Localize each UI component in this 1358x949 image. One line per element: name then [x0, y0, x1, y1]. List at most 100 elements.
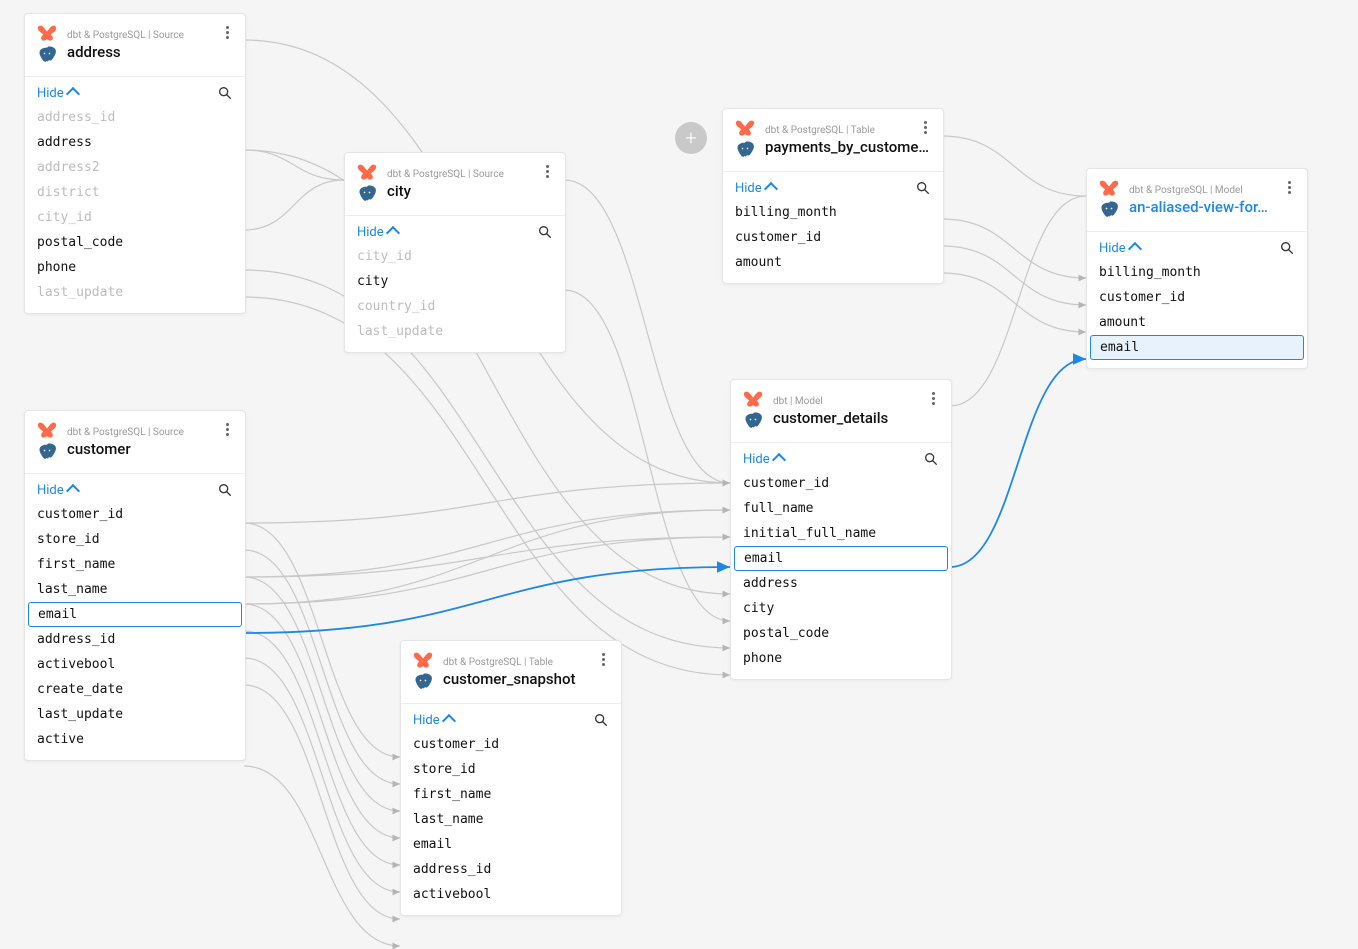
more-menu-icon[interactable]: [915, 117, 935, 137]
field-phone[interactable]: phone: [731, 646, 951, 671]
field-last_update[interactable]: last_update: [25, 280, 245, 305]
hide-button[interactable]: Hide: [37, 483, 78, 498]
more-menu-icon[interactable]: [1279, 177, 1299, 197]
node-aliased[interactable]: dbt & PostgreSQL | Modelan-aliased-view-…: [1086, 168, 1308, 369]
field-country_id[interactable]: country_id: [345, 294, 565, 319]
field-city_id[interactable]: city_id: [345, 244, 565, 269]
field-first_name[interactable]: first_name: [25, 552, 245, 577]
hide-button[interactable]: Hide: [743, 452, 784, 467]
field-last_name[interactable]: last_name: [401, 807, 621, 832]
icon-stack: [37, 421, 57, 463]
search-icon[interactable]: [217, 85, 233, 101]
node-customer[interactable]: dbt & PostgreSQL | SourcecustomerHidecus…: [24, 410, 246, 761]
icon-stack: [357, 163, 377, 205]
node-meta: dbt | Model: [773, 396, 939, 407]
chevron-up-icon: [442, 714, 456, 728]
node-address[interactable]: dbt & PostgreSQL | SourceaddressHideaddr…: [24, 13, 246, 314]
field-address_id[interactable]: address_id: [25, 105, 245, 130]
field-phone[interactable]: phone: [25, 255, 245, 280]
field-address_id[interactable]: address_id: [25, 627, 245, 652]
field-customer_id[interactable]: customer_id: [1087, 285, 1307, 310]
more-menu-icon[interactable]: [537, 161, 557, 181]
field-email[interactable]: email: [28, 602, 242, 627]
node-customer_details[interactable]: dbt | Model customer_details Hide customer_…: [730, 379, 952, 680]
search-icon[interactable]: [923, 451, 939, 467]
edge: [244, 180, 344, 230]
field-email[interactable]: email: [1090, 335, 1304, 360]
hide-button[interactable]: Hide: [735, 181, 776, 196]
more-menu-icon[interactable]: [923, 388, 943, 408]
node-meta: dbt & PostgreSQL | Table: [765, 125, 931, 136]
node-title[interactable]: an-aliased-view-for…: [1129, 198, 1295, 216]
search-icon[interactable]: [1279, 240, 1295, 256]
field-email[interactable]: email: [401, 832, 621, 857]
field-active[interactable]: active: [25, 727, 245, 752]
hide-button[interactable]: Hide: [357, 225, 398, 240]
hide-label: Hide: [357, 225, 384, 240]
search-icon[interactable]: [593, 712, 609, 728]
edge: [244, 550, 400, 784]
field-store_id[interactable]: store_id: [25, 527, 245, 552]
field-billing_month[interactable]: billing_month: [1087, 260, 1307, 285]
field-district[interactable]: district: [25, 180, 245, 205]
more-menu-icon[interactable]: [217, 419, 237, 439]
hide-button[interactable]: Hide: [1099, 241, 1140, 256]
field-create_date[interactable]: create_date: [25, 677, 245, 702]
field-list: customer_idfull_nameinitial_full_nameema…: [731, 471, 951, 679]
field-list: address_idaddressaddress2districtcity_id…: [25, 105, 245, 313]
edge: [244, 631, 400, 865]
hide-button[interactable]: Hide: [37, 86, 78, 101]
edge: [950, 196, 1086, 406]
field-address_id[interactable]: address_id: [401, 857, 621, 882]
field-city_id[interactable]: city_id: [25, 205, 245, 230]
more-menu-icon[interactable]: [217, 22, 237, 42]
hide-button[interactable]: Hide: [413, 713, 454, 728]
field-address[interactable]: address: [731, 571, 951, 596]
edge: [942, 219, 1086, 278]
field-billing_month[interactable]: billing_month: [723, 200, 943, 225]
field-address2[interactable]: address2: [25, 155, 245, 180]
field-initial_full_name[interactable]: initial_full_name: [731, 521, 951, 546]
node-title: customer_details: [773, 409, 939, 427]
node-title: payments_by_custome…: [765, 138, 931, 156]
icon-stack: [413, 651, 433, 693]
edge: [564, 180, 730, 483]
node-header: dbt | Model customer_details: [731, 380, 951, 443]
field-city[interactable]: city: [345, 269, 565, 294]
add-node-button[interactable]: +: [675, 122, 707, 154]
node-city[interactable]: dbt & PostgreSQL | Source city Hide city_id…: [344, 152, 566, 353]
node-customer_snapshot[interactable]: dbt & PostgreSQL | Tablecustomer_snapsho…: [400, 640, 622, 916]
field-full_name[interactable]: full_name: [731, 496, 951, 521]
field-last_update[interactable]: last_update: [345, 319, 565, 344]
node-meta: dbt & PostgreSQL | Source: [387, 169, 553, 180]
field-first_name[interactable]: first_name: [401, 782, 621, 807]
field-last_name[interactable]: last_name: [25, 577, 245, 602]
field-postal_code[interactable]: postal_code: [25, 230, 245, 255]
field-email[interactable]: email: [734, 546, 948, 571]
field-last_update[interactable]: last_update: [25, 702, 245, 727]
field-list: billing_monthcustomer_idamountemail: [1087, 260, 1307, 368]
postgres-icon: [735, 141, 755, 161]
more-menu-icon[interactable]: [593, 649, 613, 669]
field-store_id[interactable]: store_id: [401, 757, 621, 782]
edge: [244, 577, 400, 811]
field-amount[interactable]: amount: [723, 250, 943, 275]
dbt-icon: [743, 390, 763, 410]
field-activebool[interactable]: activebool: [401, 882, 621, 907]
field-list: city_idcitycountry_idlast_update: [345, 244, 565, 352]
node-payments[interactable]: dbt & PostgreSQL | Table payments_by_cust…: [722, 108, 944, 284]
field-city[interactable]: city: [731, 596, 951, 621]
field-activebool[interactable]: activebool: [25, 652, 245, 677]
field-customer_id[interactable]: customer_id: [25, 502, 245, 527]
field-address[interactable]: address: [25, 130, 245, 155]
field-customer_id[interactable]: customer_id: [401, 732, 621, 757]
field-postal_code[interactable]: postal_code: [731, 621, 951, 646]
field-amount[interactable]: amount: [1087, 310, 1307, 335]
node-title: customer: [67, 440, 233, 458]
search-icon[interactable]: [217, 482, 233, 498]
search-icon[interactable]: [915, 180, 931, 196]
edge: [244, 537, 730, 604]
field-customer_id[interactable]: customer_id: [723, 225, 943, 250]
field-customer_id[interactable]: customer_id: [731, 471, 951, 496]
search-icon[interactable]: [537, 224, 553, 240]
